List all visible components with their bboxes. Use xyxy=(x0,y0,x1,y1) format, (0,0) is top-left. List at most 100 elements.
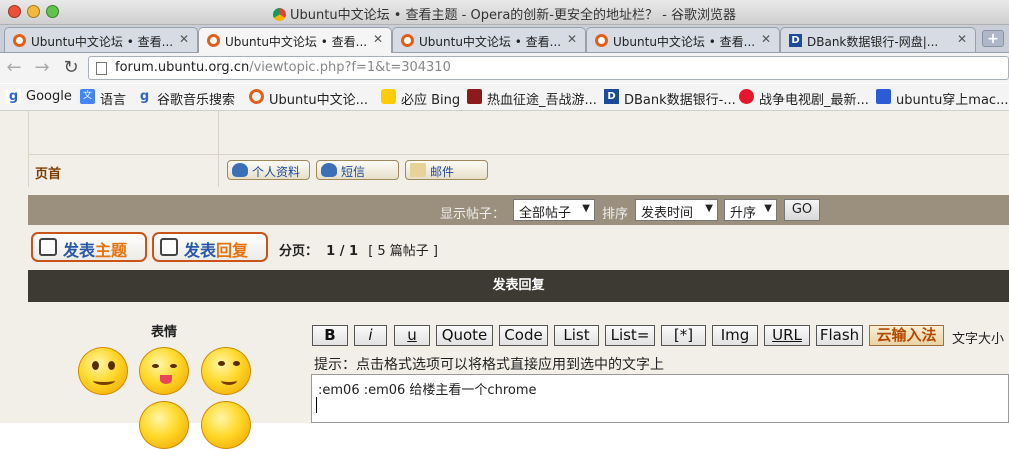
weibo-icon xyxy=(739,89,754,104)
tab-label: Ubuntu中文论坛 • 查看... xyxy=(31,35,174,49)
tab-strip: Ubuntu中文论坛 • 查看... ✕ Ubuntu中文论坛 • 查看... … xyxy=(0,25,1009,53)
tab-2[interactable]: Ubuntu中文论坛 • 查看... ✕ xyxy=(198,27,392,53)
page-numbers: 1 / 1 xyxy=(326,244,359,259)
ubuntu-favicon-icon xyxy=(401,34,414,47)
game-icon xyxy=(467,89,482,104)
tab-label: Ubuntu中文论坛 • 查看... xyxy=(225,35,368,49)
pagination: 分页： 1 / 1 [ 5 篇帖子 ] xyxy=(279,240,438,259)
close-icon[interactable]: ✕ xyxy=(179,32,189,46)
display-posts-label: 显示帖子： xyxy=(440,207,506,222)
ubuntu-favicon-icon xyxy=(207,34,220,47)
translate-icon xyxy=(80,89,95,104)
bookmark-language[interactable]: 语言 xyxy=(80,89,126,108)
baidu-paw-icon xyxy=(876,89,891,104)
url-host: forum.ubuntu.org.cn xyxy=(115,60,250,75)
document-icon xyxy=(39,238,57,256)
envelope-icon xyxy=(410,163,426,177)
close-icon[interactable]: ✕ xyxy=(373,32,383,46)
message-text: :em06 :em06 给楼主看一个chrome xyxy=(318,383,537,398)
new-tab-button[interactable]: + xyxy=(982,30,1004,47)
bookmark-dbank[interactable]: D DBank数据银行-... xyxy=(604,89,736,108)
bookmarks-bar: Google 语言 谷歌音乐搜索 Ubuntu中文论... 必应 Bing 热血… xyxy=(0,84,1009,111)
new-topic-button[interactable]: 发表主题 xyxy=(31,232,147,262)
window-title: Ubuntu中文论坛 • 查看主题 - Opera的创新-更安全的地址栏？ - … xyxy=(0,4,1009,23)
top-of-page-link[interactable]: 页首 xyxy=(35,163,61,182)
bookmark-war-tv[interactable]: 战争电视剧_最新... xyxy=(739,89,869,108)
bookmark-google[interactable]: Google xyxy=(6,89,72,104)
tab-label: Ubuntu中文论坛 • 查看... xyxy=(419,35,562,49)
ubuntu-favicon-icon xyxy=(595,34,608,47)
profile-button[interactable]: 个人资料 xyxy=(227,160,310,180)
google-music-icon xyxy=(137,89,152,104)
url-button[interactable]: URL xyxy=(764,325,810,346)
url-path: /viewtopic.php?f=1&t=304310 xyxy=(249,60,451,75)
font-size-label: 文字大小 xyxy=(952,332,1005,347)
reload-icon[interactable]: ↻ xyxy=(61,57,81,78)
private-message-button[interactable]: 短信 xyxy=(316,160,399,180)
smiley-tongue-icon[interactable] xyxy=(139,401,189,449)
users-icon xyxy=(321,163,337,177)
tab-label: DBank数据银行-网盘|... xyxy=(807,35,939,49)
smiley-smirk-icon[interactable] xyxy=(201,347,251,395)
title-bar: Ubuntu中文论坛 • 查看主题 - Opera的创新-更安全的地址栏？ - … xyxy=(0,0,1009,25)
profile-table-top-row xyxy=(29,111,1009,155)
sort-by-select[interactable]: 发表时间 ▼ xyxy=(635,199,718,221)
smiley-blush-icon[interactable] xyxy=(78,347,128,395)
user-icon xyxy=(232,163,248,177)
ubuntu-icon xyxy=(249,89,264,104)
list-item-button[interactable]: [*] xyxy=(661,325,706,346)
flash-button[interactable]: Flash xyxy=(816,325,863,346)
code-button[interactable]: Code xyxy=(499,325,548,346)
smiley-laughing-icon[interactable] xyxy=(139,347,189,395)
bookmark-ubuntu[interactable]: Ubuntu中文论... xyxy=(249,89,368,108)
profile-table: 页首 个人资料 短信 邮件 xyxy=(28,111,1009,187)
italic-button[interactable]: i xyxy=(354,325,387,346)
emoticons-title: 表情 xyxy=(151,325,178,340)
tab-5[interactable]: D DBank数据银行-网盘|... ✕ xyxy=(780,27,976,52)
dropdown-arrow-icon: ▼ xyxy=(582,203,590,214)
google-icon xyxy=(6,89,21,104)
page-icon xyxy=(96,62,107,75)
dropdown-arrow-icon: ▼ xyxy=(764,203,772,214)
bing-icon xyxy=(381,89,396,104)
bookmark-bing[interactable]: 必应 Bing xyxy=(381,89,460,108)
bold-button[interactable]: B xyxy=(312,325,348,346)
sort-order-select[interactable]: 升序 ▼ xyxy=(724,199,777,221)
bookmark-ubuntu-mac[interactable]: ubuntu穿上mac... xyxy=(876,89,1008,108)
text-caret xyxy=(316,397,317,413)
display-options-bar: 显示帖子： 全部帖子 ▼ 排序 发表时间 ▼ 升序 ▼ GO xyxy=(28,195,1009,225)
format-hint: 提示：点击格式选项可以将格式直接应用到选中的文字上 xyxy=(314,357,664,373)
dropdown-arrow-icon: ▼ xyxy=(705,203,713,214)
smiley-wink-icon[interactable] xyxy=(201,401,251,449)
cloud-input-method-button[interactable]: 云输入法 xyxy=(869,325,944,346)
image-button[interactable]: Img xyxy=(712,325,758,346)
tab-4[interactable]: Ubuntu中文论坛 • 查看... ✕ xyxy=(586,27,780,52)
tab-1[interactable]: Ubuntu中文论坛 • 查看... ✕ xyxy=(4,27,198,52)
close-icon[interactable]: ✕ xyxy=(957,32,967,46)
pagination-label: 分页： xyxy=(279,244,319,259)
list-button[interactable]: List xyxy=(554,325,599,346)
go-button[interactable]: GO xyxy=(784,199,820,221)
dbank-icon: D xyxy=(604,89,619,104)
underline-button[interactable]: u xyxy=(394,325,430,346)
quote-button[interactable]: Quote xyxy=(436,325,493,346)
bookmark-google-music[interactable]: 谷歌音乐搜索 xyxy=(137,89,235,108)
display-posts-select[interactable]: 全部帖子 ▼ xyxy=(513,199,595,221)
ordered-list-button[interactable]: List= xyxy=(605,325,655,346)
post-count: [ 5 篇帖子 ] xyxy=(368,244,438,259)
close-icon[interactable]: ✕ xyxy=(761,32,771,46)
sort-label: 排序 xyxy=(602,207,629,222)
ubuntu-favicon-icon xyxy=(13,34,26,47)
tab-3[interactable]: Ubuntu中文论坛 • 查看... ✕ xyxy=(392,27,586,52)
forward-arrow-icon[interactable]: → xyxy=(32,57,52,78)
page-content: 页首 个人资料 短信 邮件 显示帖子： 全部帖子 ▼ 排序 发表时间 ▼ 升序 ▼ G… xyxy=(0,111,1009,449)
address-bar[interactable]: forum.ubuntu.org.cn/viewtopic.php?f=1&t=… xyxy=(88,56,1009,80)
message-textarea[interactable]: :em06 :em06 给楼主看一个chrome xyxy=(311,374,1009,423)
bookmark-game[interactable]: 热血征途_吾战游... xyxy=(467,89,597,108)
post-reply-button[interactable]: 发表回复 xyxy=(152,232,268,262)
close-icon[interactable]: ✕ xyxy=(567,32,577,46)
back-arrow-icon[interactable]: ← xyxy=(4,57,24,78)
email-button[interactable]: 邮件 xyxy=(405,160,488,180)
dbank-favicon-icon: D xyxy=(789,34,802,47)
table-divider xyxy=(218,111,219,187)
